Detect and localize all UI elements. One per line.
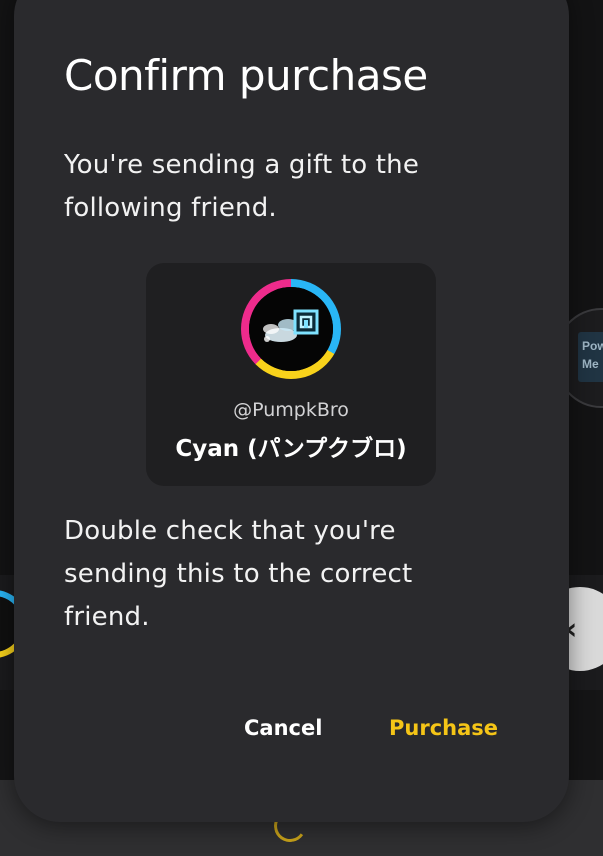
cancel-button[interactable]: Cancel [244,712,322,744]
dialog-title: Confirm purchase [64,51,428,100]
dialog-warning: Double check that you're sending this to… [64,516,413,632]
avatar-art-icon [249,287,333,371]
background-item-thumbnail: Pow Me [578,332,603,382]
friend-handle: @PumpkBro [233,399,349,421]
confirm-purchase-dialog: Confirm purchase You're sending a gift t… [14,0,569,822]
dialog-message: You're sending a gift to the following f… [64,150,420,223]
purchase-button[interactable]: Purchase [389,712,498,744]
avatar [241,279,341,379]
friend-name: Cyan (パンプクブロ) [175,436,407,462]
friend-card: @PumpkBro Cyan (パンプクブロ) [146,263,436,486]
avatar-image [249,287,333,371]
